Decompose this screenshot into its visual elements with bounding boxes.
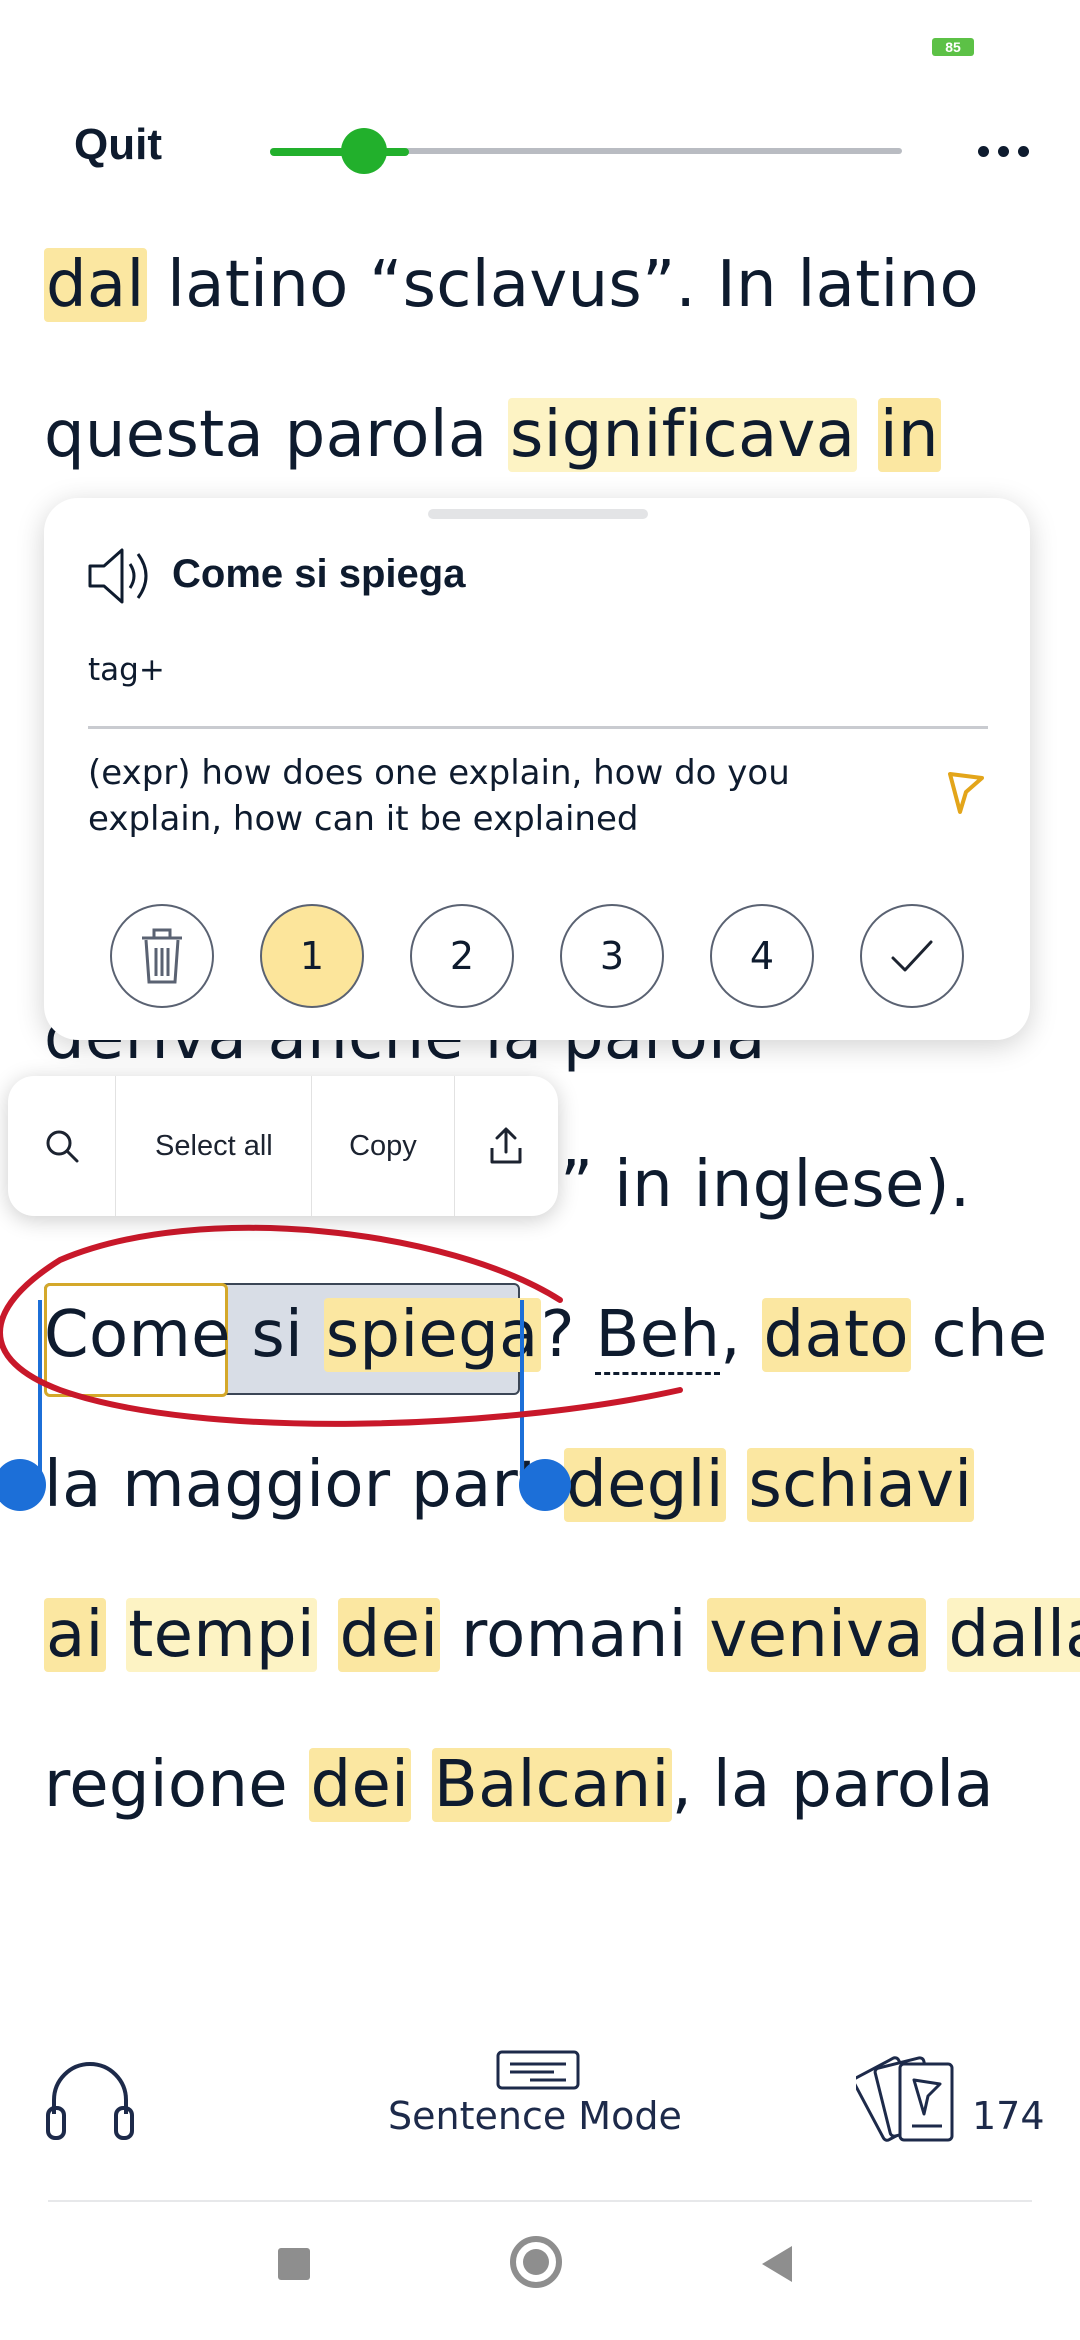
card-drag-handle[interactable] bbox=[428, 509, 648, 519]
level-1-button[interactable]: 1 bbox=[260, 904, 364, 1008]
word[interactable]: ai bbox=[44, 1598, 106, 1672]
word[interactable]: schiavi bbox=[746, 1448, 975, 1522]
text-run bbox=[926, 1598, 947, 1672]
share-icon bbox=[490, 1127, 522, 1164]
divider bbox=[48, 2200, 1032, 2202]
card-title: Come si spiega bbox=[172, 552, 466, 596]
text-line: regione dei Balcani, la parola bbox=[44, 1748, 994, 1822]
ignore-word-button[interactable] bbox=[110, 904, 214, 1008]
level-4-button[interactable]: 4 bbox=[710, 904, 814, 1008]
level-3-button[interactable]: 3 bbox=[560, 904, 664, 1008]
quit-button[interactable]: Quit bbox=[74, 120, 162, 170]
text-run bbox=[857, 398, 878, 472]
word[interactable]: dato bbox=[761, 1298, 911, 1372]
text-run bbox=[106, 1598, 127, 1672]
sentence-mode-icon bbox=[496, 2050, 580, 2090]
word[interactable]: Balcani bbox=[431, 1748, 672, 1822]
word[interactable]: dal bbox=[44, 248, 147, 322]
recents-button[interactable] bbox=[278, 2248, 310, 2280]
home-button[interactable] bbox=[510, 2236, 562, 2288]
trash-icon bbox=[142, 928, 182, 984]
share-button[interactable] bbox=[455, 1076, 558, 1216]
progress-thumb[interactable] bbox=[341, 128, 387, 174]
known-button[interactable] bbox=[860, 904, 964, 1008]
text-run bbox=[317, 1598, 338, 1672]
text-run: , la parola bbox=[671, 1748, 994, 1822]
text-run bbox=[726, 1448, 747, 1522]
text-run bbox=[411, 1748, 432, 1822]
word[interactable]: dei bbox=[337, 1598, 441, 1672]
speaker-icon[interactable] bbox=[86, 540, 160, 612]
text-line: questa parola significava in bbox=[44, 398, 941, 472]
word[interactable]: dalla bbox=[946, 1598, 1080, 1672]
copy-button[interactable]: Copy bbox=[312, 1076, 455, 1216]
word[interactable]: in bbox=[877, 398, 941, 472]
word[interactable]: tempi bbox=[126, 1598, 317, 1672]
text-run: regione bbox=[44, 1748, 309, 1822]
text-run: romani bbox=[440, 1598, 708, 1672]
tag-marker-icon[interactable] bbox=[944, 768, 988, 818]
tag-button[interactable]: tag+ bbox=[88, 652, 165, 688]
progress-fill bbox=[270, 148, 409, 156]
text-line: ai tempi dei romani veniva dalla bbox=[44, 1598, 1080, 1672]
red-circle-annotation bbox=[0, 1224, 683, 1427]
sentence-mode-button[interactable] bbox=[496, 2050, 580, 2094]
sentence-mode-label[interactable]: Sentence Mode bbox=[388, 2094, 682, 2138]
battery-indicator: 85 bbox=[932, 38, 974, 56]
headphones-icon[interactable] bbox=[44, 2058, 136, 2142]
text-run: questa parola bbox=[44, 398, 509, 472]
select-all-button[interactable]: Select all bbox=[116, 1076, 313, 1216]
more-options-icon[interactable] bbox=[978, 136, 1034, 166]
word[interactable]: dei bbox=[308, 1748, 412, 1822]
flashcards-icon[interactable] bbox=[856, 2050, 966, 2150]
text-selection-menu: Select all Copy bbox=[8, 1076, 558, 1216]
back-button[interactable] bbox=[758, 2244, 794, 2284]
search-button[interactable] bbox=[8, 1076, 117, 1216]
divider bbox=[88, 726, 988, 729]
search-icon bbox=[46, 1130, 79, 1163]
word[interactable]: veniva bbox=[707, 1598, 926, 1672]
text-line: dal latino “sclavus”. In latino bbox=[44, 248, 979, 322]
text-run: , bbox=[720, 1298, 762, 1372]
text-run: latino “sclavus”. In latino bbox=[146, 248, 979, 322]
flashcard-count: 174 bbox=[972, 2094, 1045, 2138]
meaning-text[interactable]: (expr) how does one explain, how do you … bbox=[88, 750, 868, 842]
word[interactable]: significava bbox=[508, 398, 858, 472]
checkmark-icon bbox=[891, 940, 933, 972]
text-run: che bbox=[910, 1298, 1048, 1372]
level-2-button[interactable]: 2 bbox=[410, 904, 514, 1008]
